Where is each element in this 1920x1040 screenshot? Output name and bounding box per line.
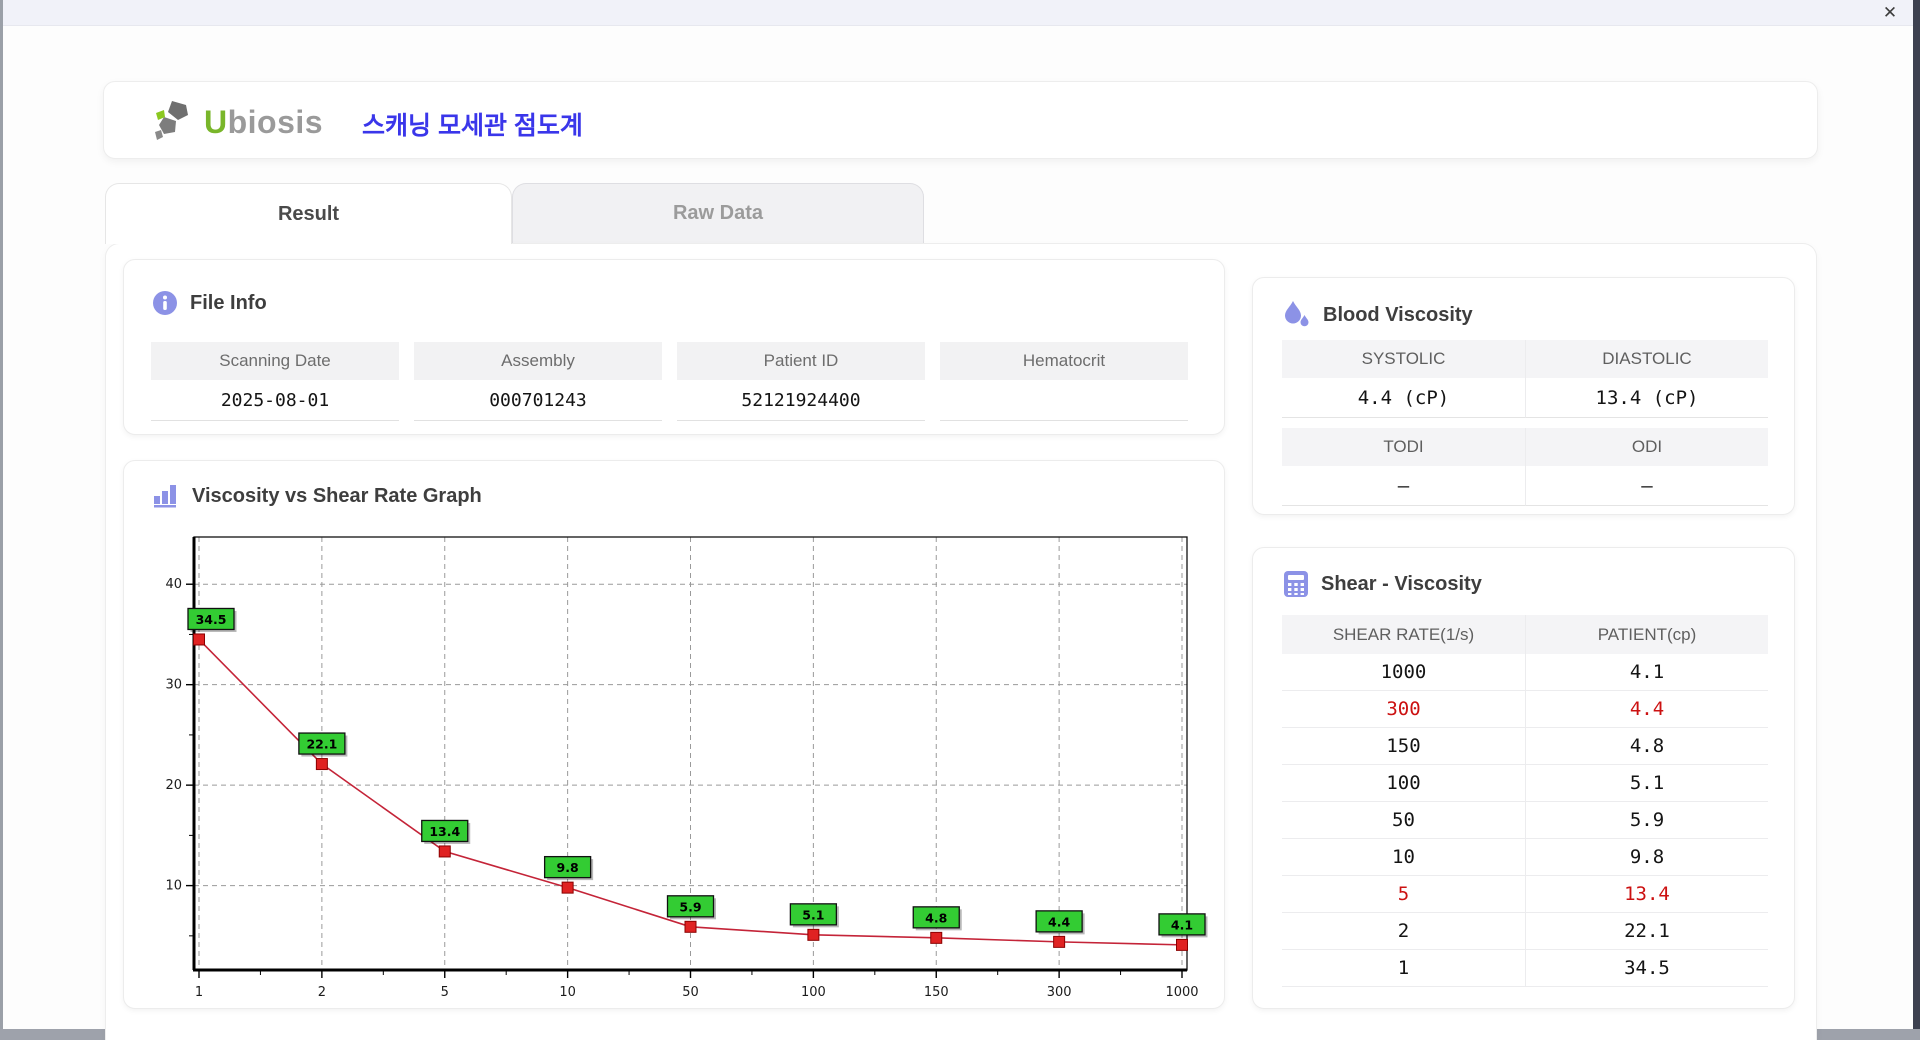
table-row: 300 4.4 [1282,691,1768,728]
hematocrit-value [940,380,1188,421]
window-titlebar: ✕ [3,0,1913,26]
svg-text:30: 30 [165,678,182,693]
svg-text:5.1: 5.1 [802,907,824,922]
table-row: 5 13.4 [1282,876,1768,913]
window-border-right [1913,0,1920,1040]
odi-header: ODI [1525,428,1768,466]
svg-text:4.1: 4.1 [1171,917,1193,932]
patient-viscosity-cell: 22.1 [1525,913,1768,950]
svg-text:10: 10 [165,879,182,894]
main-content: File Info Scanning Date 2025-08-01 Assem… [105,243,1817,1040]
tab-raw-data[interactable]: Raw Data [512,183,924,244]
shear-viscosity-title: Shear - Viscosity [1283,570,1482,598]
svg-text:10: 10 [559,985,576,1000]
patient-column-header: PATIENT(cp) [1525,615,1768,654]
svg-text:9.8: 9.8 [557,860,579,875]
table-row: 100 5.1 [1282,765,1768,802]
svg-text:1000: 1000 [1165,985,1198,1000]
shear-rate-cell: 300 [1282,691,1525,728]
shear-rate-column-header: SHEAR RATE(1/s) [1282,615,1525,654]
svg-text:150: 150 [924,985,949,1000]
table-row: 1 34.5 [1282,950,1768,987]
field-patient-id: Patient ID 52121924400 [677,342,925,421]
svg-text:300: 300 [1047,985,1072,1000]
svg-text:100: 100 [801,985,826,1000]
file-info-title: File Info [152,290,267,316]
diastolic-value: 13.4 (cP) [1525,378,1768,418]
todi-odi-table: TODI ODI – – [1282,428,1768,506]
assembly-value: 000701243 [414,380,662,421]
patient-id-value: 52121924400 [677,380,925,421]
patient-viscosity-cell: 5.9 [1525,802,1768,839]
table-body: 1000 4.1 300 4.4 150 4.8 100 5.1 50 5.9 10 9.8 5 13.4… [1282,654,1768,987]
patient-viscosity-cell: 34.5 [1525,950,1768,987]
patient-viscosity-cell: 13.4 [1525,876,1768,913]
ubiosis-logo-icon [152,99,196,145]
svg-text:40: 40 [165,577,182,592]
close-icon[interactable]: ✕ [1879,2,1901,24]
svg-text:22.1: 22.1 [306,737,337,752]
header: Ubiosis 스캐닝 모세관 점도계 [103,81,1818,159]
svg-text:1: 1 [195,985,203,1000]
droplets-icon [1283,300,1311,330]
systolic-diastolic-table: SYSTOLIC DIASTOLIC 4.4 (cP) 13.4 (cP) [1282,340,1768,418]
shear-rate-cell: 5 [1282,876,1525,913]
svg-text:5.9: 5.9 [679,899,701,914]
odi-value: – [1525,466,1768,506]
todi-header: TODI [1282,428,1525,466]
file-info-fields: Scanning Date 2025-08-01 Assembly 000701… [151,342,1201,421]
field-hematocrit: Hematocrit [940,342,1188,421]
patient-viscosity-cell: 9.8 [1525,839,1768,876]
shear-rate-cell: 1 [1282,950,1525,987]
shear-rate-cell: 1000 [1282,654,1525,691]
table-row: 1000 4.1 [1282,654,1768,691]
systolic-header: SYSTOLIC [1282,340,1525,378]
systolic-value: 4.4 (cP) [1282,378,1525,418]
shear-rate-cell: 10 [1282,839,1525,876]
diastolic-header: DIASTOLIC [1525,340,1768,378]
table-row: 50 5.9 [1282,802,1768,839]
svg-text:13.4: 13.4 [429,824,460,839]
brand-logo: Ubiosis [152,99,323,145]
patient-viscosity-cell: 4.4 [1525,691,1768,728]
shear-rate-cell: 50 [1282,802,1525,839]
svg-text:4.4: 4.4 [1048,914,1070,929]
viscosity-graph-card: Viscosity vs Shear Rate Graph 10 20 30 40 1 2… [123,460,1225,1009]
viscosity-chart: 10 20 30 40 1 2 5 10 50 100 150 300 1000 34.5 22.1 13.4… [165,536,1208,1000]
patient-viscosity-cell: 5.1 [1525,765,1768,802]
table-header-row: SHEAR RATE(1/s) PATIENT(cp) [1282,615,1768,654]
svg-text:5: 5 [441,985,449,1000]
field-assembly: Assembly 000701243 [414,342,662,421]
svg-text:50: 50 [682,985,699,1000]
shear-viscosity-table: SHEAR RATE(1/s) PATIENT(cp) 1000 4.1 300 4.… [1282,615,1768,987]
field-scanning-date: Scanning Date 2025-08-01 [151,342,399,421]
page-title: 스캐닝 모세관 점도계 [362,112,583,140]
calculator-icon [1283,570,1309,598]
svg-text:4.8: 4.8 [925,910,947,925]
shear-viscosity-card: Shear - Viscosity SHEAR RATE(1/s) PATIEN… [1252,547,1795,1009]
svg-text:34.5: 34.5 [196,612,227,627]
blood-viscosity-card: Blood Viscosity SYSTOLIC DIASTOLIC 4.4 (… [1252,277,1795,515]
blood-viscosity-title: Blood Viscosity [1283,300,1473,330]
brand-name: Ubiosis [204,103,324,140]
table-row: 2 22.1 [1282,913,1768,950]
todi-value: – [1282,466,1525,506]
patient-viscosity-cell: 4.8 [1525,728,1768,765]
svg-text:20: 20 [165,778,182,793]
table-row: 10 9.8 [1282,839,1768,876]
svg-text:2: 2 [318,985,326,1000]
shear-rate-cell: 150 [1282,728,1525,765]
tab-result[interactable]: Result [105,183,512,244]
file-info-card: File Info Scanning Date 2025-08-01 Assem… [123,259,1225,435]
info-icon [152,290,178,316]
shear-rate-cell: 2 [1282,913,1525,950]
window-border-left [0,0,3,1040]
app-window: ✕ Ubiosis 스캐닝 모세관 점도계 Result Raw Data Fi… [0,0,1920,1040]
patient-viscosity-cell: 4.1 [1525,654,1768,691]
table-row: 150 4.8 [1282,728,1768,765]
shear-rate-cell: 100 [1282,765,1525,802]
scanning-date-value: 2025-08-01 [151,380,399,421]
